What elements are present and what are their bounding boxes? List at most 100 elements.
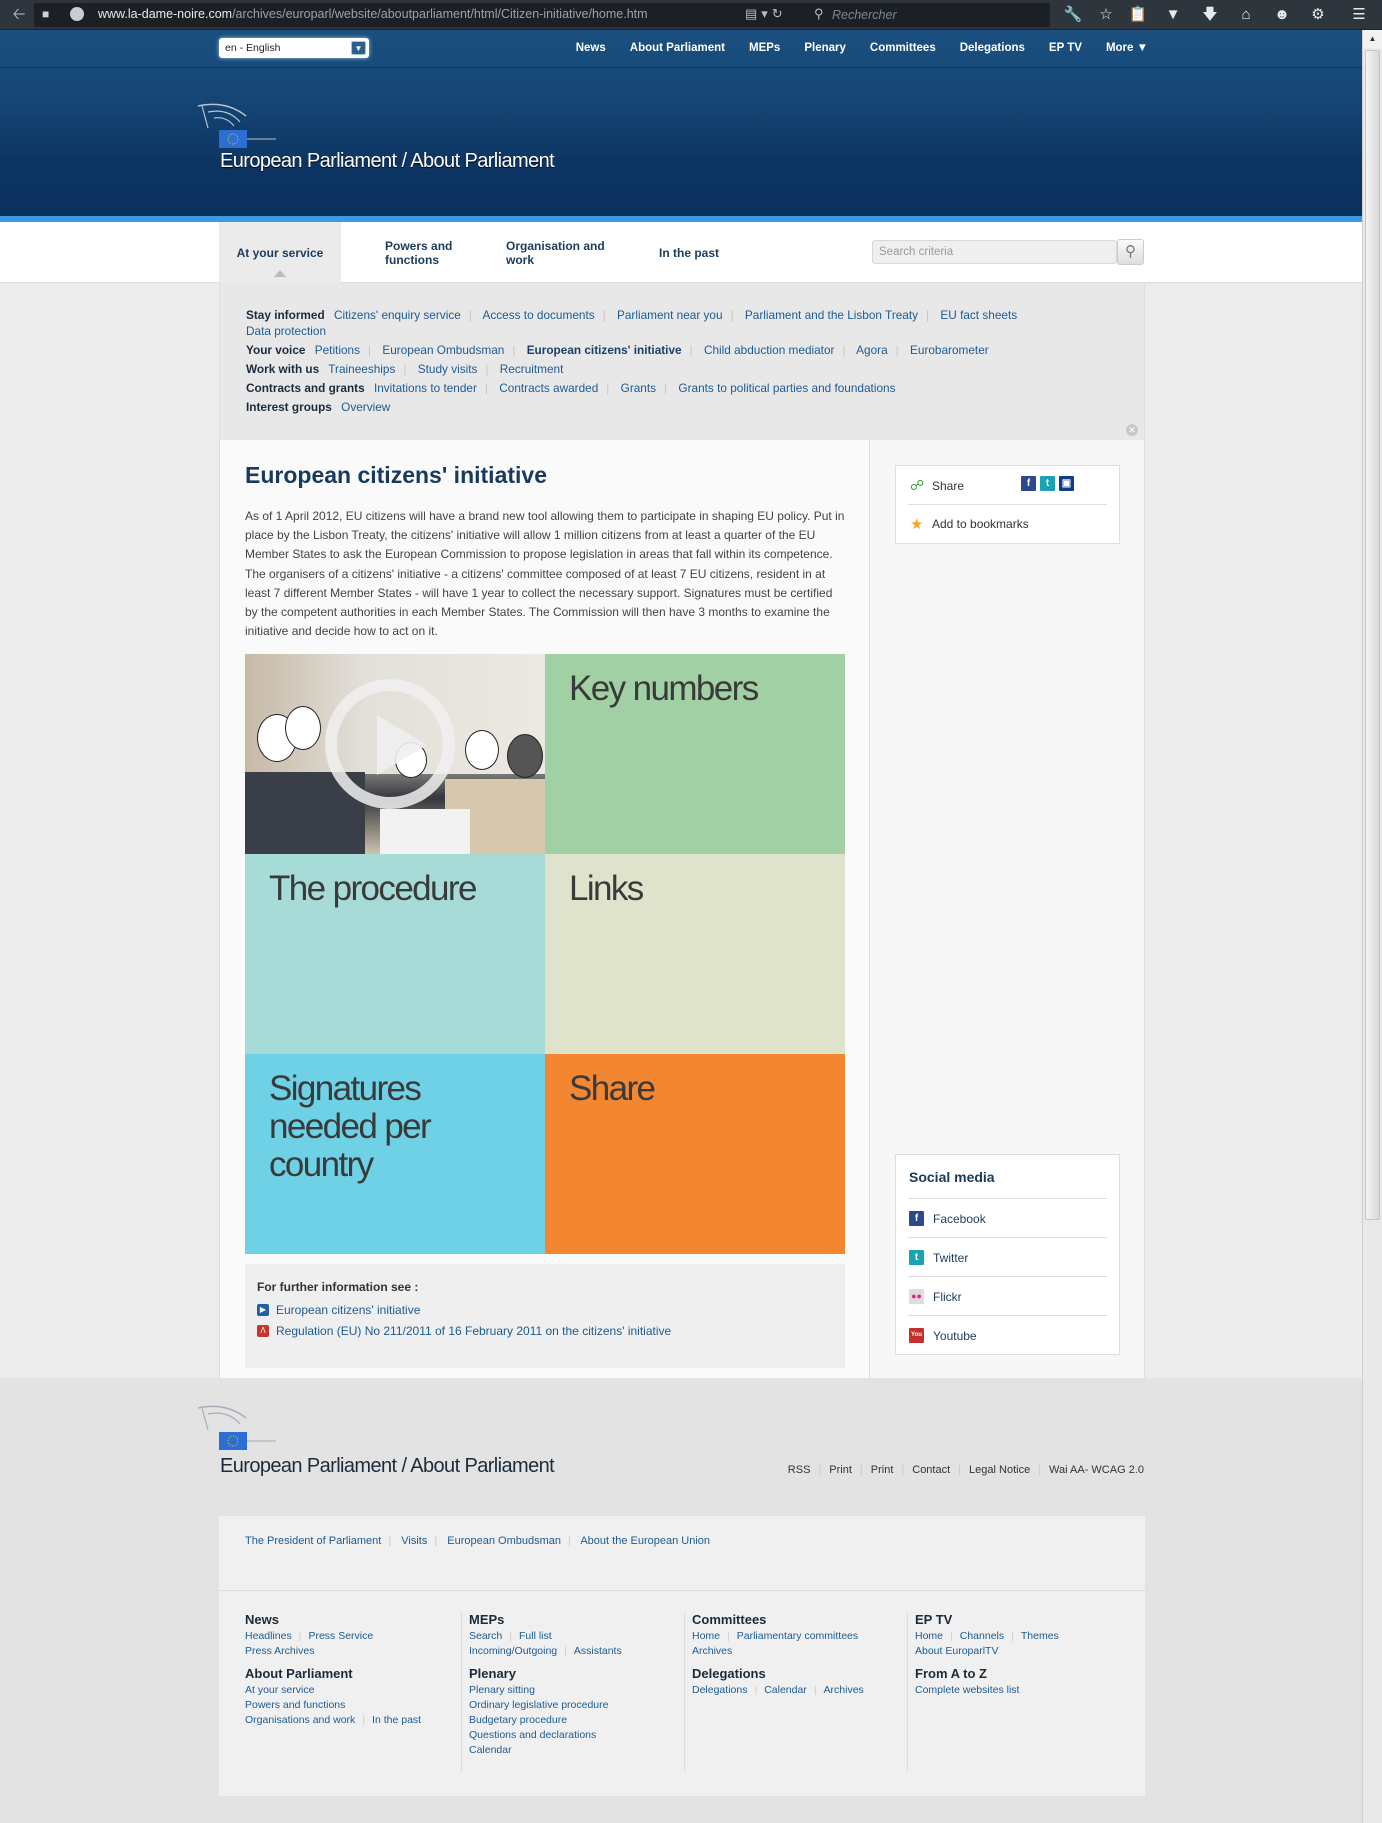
video-thumbnail[interactable]: [245, 654, 545, 854]
browser-search-input[interactable]: ⚲ Rechercher: [808, 3, 1050, 27]
footer-link[interactable]: Powers and functions: [245, 1699, 345, 1711]
further-link[interactable]: Regulation (EU) No 211/2011 of 16 Februa…: [276, 1324, 671, 1338]
footer-link[interactable]: Headlines: [245, 1630, 292, 1642]
nav-news[interactable]: News: [576, 42, 606, 54]
site-identity-icon[interactable]: [70, 7, 84, 21]
footer-group-title[interactable]: MEPs: [469, 1612, 679, 1627]
url-text[interactable]: www.la-dame-noire.com/archives/europarl/…: [98, 7, 648, 21]
submenu-link[interactable]: Eurobarometer: [910, 343, 989, 357]
footer-site-title[interactable]: European Parliament / About Parliament: [220, 1455, 555, 1478]
footer-link[interactable]: Budgetary procedure: [469, 1714, 567, 1726]
footer-link[interactable]: Incoming/Outgoing: [469, 1645, 557, 1657]
tab-at-your-service[interactable]: At your service: [219, 222, 341, 283]
share-row[interactable]: ☍ Share: [910, 477, 964, 494]
twitter-icon[interactable]: t: [1040, 476, 1055, 491]
further-link-item[interactable]: ▶ European citizens' initiative: [257, 1303, 420, 1317]
footer-group-title[interactable]: Committees: [692, 1612, 902, 1627]
ep-logo-icon[interactable]: [196, 1404, 276, 1450]
pocket-icon[interactable]: ▼: [1163, 5, 1183, 25]
footer-link[interactable]: Home: [692, 1630, 720, 1642]
footer-link[interactable]: The President of Parliament: [245, 1535, 381, 1547]
footer-link[interactable]: In the past: [372, 1714, 421, 1726]
social-twitter[interactable]: t Twitter: [909, 1250, 968, 1265]
submenu-link[interactable]: Study visits: [418, 362, 478, 376]
submenu-link-current[interactable]: European citizens' initiative: [527, 343, 682, 357]
social-facebook[interactable]: f Facebook: [909, 1211, 986, 1226]
footer-link[interactable]: About the European Union: [580, 1535, 710, 1547]
search-button[interactable]: ⚲: [1117, 239, 1144, 265]
footer-link[interactable]: Ordinary legislative procedure: [469, 1699, 608, 1711]
further-link-item[interactable]: Λ Regulation (EU) No 211/2011 of 16 Febr…: [257, 1324, 671, 1338]
footer-link[interactable]: Organisations and work: [245, 1714, 355, 1726]
submenu-link[interactable]: Invitations to tender: [374, 381, 477, 395]
submenu-link[interactable]: EU fact sheets: [940, 308, 1017, 322]
submenu-link[interactable]: European Ombudsman: [382, 343, 504, 357]
footer-link[interactable]: Calendar: [469, 1744, 512, 1756]
footer-group-title[interactable]: About Parliament: [245, 1666, 455, 1681]
submenu-link[interactable]: Data protection: [246, 324, 326, 338]
scroll-up-icon[interactable]: ▲: [1363, 30, 1382, 48]
social-youtube[interactable]: You Youtube: [909, 1328, 977, 1343]
footer-group-title[interactable]: News: [245, 1612, 455, 1627]
tab-groups-icon[interactable]: ■: [42, 7, 56, 21]
tile-the-procedure[interactable]: The procedure: [245, 854, 545, 1054]
footer-link[interactable]: Plenary sitting: [469, 1684, 535, 1696]
close-submenu-icon[interactable]: ✕: [1126, 424, 1138, 436]
globe-edit-icon[interactable]: ⚙: [1308, 5, 1328, 25]
ep-logo-icon[interactable]: [196, 102, 276, 148]
tile-links[interactable]: Links: [545, 854, 845, 1054]
tile-key-numbers[interactable]: Key numbers: [545, 654, 845, 854]
nav-ep-tv[interactable]: EP TV: [1049, 42, 1082, 54]
footer-link[interactable]: Calendar: [764, 1684, 807, 1696]
footer-link[interactable]: Press Service: [308, 1630, 373, 1642]
footer-link[interactable]: Complete websites list: [915, 1684, 1019, 1696]
footer-link[interactable]: Home: [915, 1630, 943, 1642]
wcag-link[interactable]: Wai AA- WCAG 2.0: [1049, 1464, 1144, 1476]
tab-organisation-and-work[interactable]: Organisation and work: [506, 222, 616, 283]
submenu-link[interactable]: Citizens' enquiry service: [334, 308, 461, 322]
chat-icon[interactable]: ☻: [1272, 5, 1292, 25]
submenu-link[interactable]: Recruitment: [500, 362, 564, 376]
bookmark-row[interactable]: ★ Add to bookmarks: [910, 515, 1029, 533]
nav-more[interactable]: More ▼: [1106, 42, 1148, 54]
submenu-link[interactable]: Overview: [341, 400, 390, 414]
windows-live-icon[interactable]: ▣: [1059, 476, 1074, 491]
site-title[interactable]: European Parliament / About Parliament: [220, 150, 555, 173]
footer-group-title[interactable]: From A to Z: [915, 1666, 1125, 1681]
home-icon[interactable]: ⌂: [1236, 5, 1256, 25]
submenu-link[interactable]: Access to documents: [483, 308, 595, 322]
footer-link[interactable]: Press Archives: [245, 1645, 314, 1657]
footer-group-title[interactable]: EP TV: [915, 1612, 1125, 1627]
footer-group-title[interactable]: Plenary: [469, 1666, 679, 1681]
tile-share[interactable]: Share: [545, 1054, 845, 1254]
footer-link[interactable]: At your service: [245, 1684, 314, 1696]
back-arrow-icon[interactable]: 🡠: [8, 5, 30, 25]
language-select[interactable]: en - English ▼: [219, 38, 369, 58]
submenu-link[interactable]: Parliament and the Lisbon Treaty: [745, 308, 918, 322]
footer-link[interactable]: Archives: [824, 1684, 864, 1696]
page-scrollbar[interactable]: ▲: [1362, 30, 1382, 1823]
footer-link[interactable]: Visits: [401, 1535, 427, 1547]
scrollbar-thumb[interactable]: [1365, 50, 1380, 1220]
tile-signatures-per-country[interactable]: Signatures needed per country: [245, 1054, 545, 1254]
nav-about-parliament[interactable]: About Parliament: [630, 42, 725, 54]
nav-committees[interactable]: Committees: [870, 42, 936, 54]
footer-link[interactable]: Parliamentary committees: [737, 1630, 858, 1642]
footer-link[interactable]: About EuroparlTV: [915, 1645, 998, 1657]
submenu-link[interactable]: Contracts awarded: [499, 381, 598, 395]
footer-link[interactable]: Search: [469, 1630, 502, 1642]
footer-link[interactable]: Channels: [960, 1630, 1004, 1642]
submenu-link[interactable]: Traineeships: [328, 362, 395, 376]
social-flickr[interactable]: ●● Flickr: [909, 1289, 962, 1304]
contact-link[interactable]: Contact: [912, 1464, 950, 1476]
legal-notice-link[interactable]: Legal Notice: [969, 1464, 1030, 1476]
menu-icon[interactable]: ☰: [1349, 5, 1369, 25]
footer-link[interactable]: Questions and declarations: [469, 1729, 596, 1741]
submenu-link[interactable]: Petitions: [315, 343, 360, 357]
print-link[interactable]: Print: [829, 1464, 852, 1476]
submenu-link[interactable]: Grants to political parties and foundati…: [678, 381, 895, 395]
bookmark-star-icon[interactable]: ☆: [1096, 5, 1116, 25]
facebook-icon[interactable]: f: [1021, 476, 1036, 491]
footer-link[interactable]: Themes: [1021, 1630, 1059, 1642]
submenu-link[interactable]: Parliament near you: [617, 308, 723, 322]
